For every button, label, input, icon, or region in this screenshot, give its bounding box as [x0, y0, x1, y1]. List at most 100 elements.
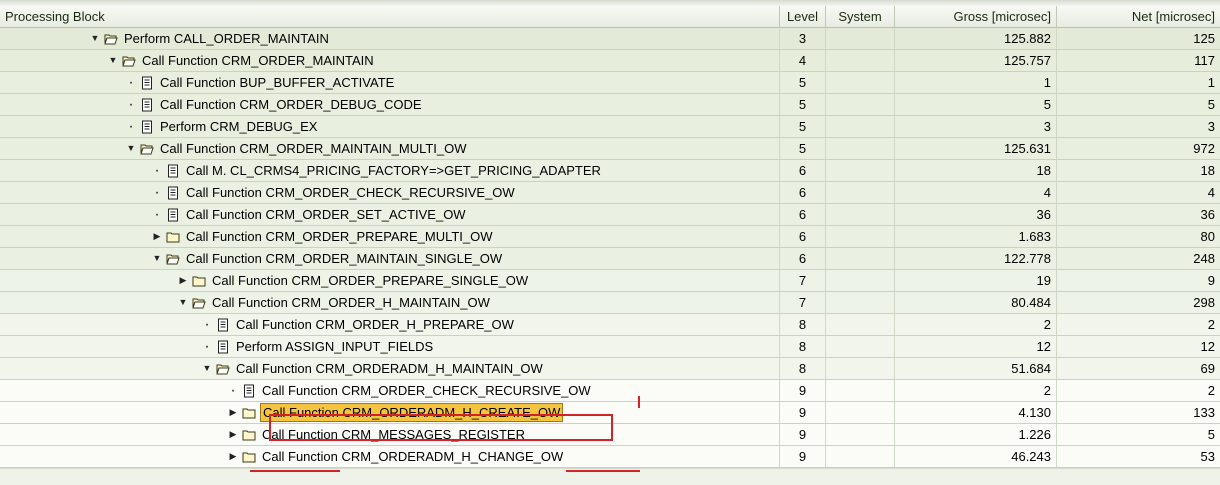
processing-block-label[interactable]: Call Function CRM_ORDER_PREPARE_SINGLE_O… [210, 270, 530, 291]
collapse-toggle-icon[interactable]: ▼ [124, 138, 138, 159]
tree-row[interactable]: · Call Function CRM_ORDER_DEBUG_CODE 5 5 5 [0, 94, 1220, 116]
expand-toggle-icon[interactable]: ▶ [150, 226, 164, 247]
level-cell: 5 [780, 138, 826, 159]
column-header-row: Processing Block Level System Gross [mic… [0, 6, 1220, 28]
level-cell: 6 [780, 182, 826, 203]
tree-row[interactable]: · Perform CRM_DEBUG_EX 5 3 3 [0, 116, 1220, 138]
processing-block-label[interactable]: Call Function CRM_ORDER_PREPARE_MULTI_OW [184, 226, 495, 247]
level-cell: 8 [780, 314, 826, 335]
gross-time-cell: 12 [895, 336, 1057, 357]
system-cell [826, 72, 895, 93]
processing-block-label[interactable]: Call Function CRM_ORDER_MAINTAIN_SINGLE_… [184, 248, 504, 269]
tree-row[interactable]: · Call Function BUP_BUFFER_ACTIVATE 5 1 1 [0, 72, 1220, 94]
gross-time-cell: 3 [895, 116, 1057, 137]
horizontal-scroll-area[interactable] [0, 468, 1220, 485]
header-level[interactable]: Level [780, 6, 826, 28]
system-cell [826, 380, 895, 401]
document-icon [166, 208, 180, 222]
tree-row[interactable]: ▶ Call Function CRM_MESSAGES_REGISTER 9 1.2… [0, 424, 1220, 446]
net-time-cell: 248 [1193, 251, 1215, 266]
processing-block-label[interactable]: Call Function BUP_BUFFER_ACTIVATE [158, 72, 396, 93]
processing-block-label[interactable]: Perform ASSIGN_INPUT_FIELDS [234, 336, 435, 357]
expand-toggle-icon[interactable]: ▶ [226, 446, 240, 467]
processing-block-label[interactable]: Call Function CRM_ORDER_DEBUG_CODE [158, 94, 424, 115]
header-net[interactable]: Net [microsec] [1057, 6, 1220, 28]
header-system[interactable]: System [826, 6, 895, 28]
processing-block-label[interactable]: Call Function CRM_ORDERADM_H_CHANGE_OW [260, 446, 565, 467]
level-cell: 8 [780, 358, 826, 379]
header-processing-block[interactable]: Processing Block [0, 6, 780, 28]
tree-row[interactable]: · Call M. CL_CRMS4_PRICING_FACTORY=>GET_P… [0, 160, 1220, 182]
collapse-toggle-icon[interactable]: ▼ [106, 50, 120, 71]
processing-block-label[interactable]: Call Function CRM_ORDERADM_H_CREATE_OW [260, 403, 564, 422]
processing-block-cell: ▶ Call Function CRM_ORDERADM_H_CREATE_OW [0, 402, 780, 423]
tree-row[interactable]: · Perform ASSIGN_INPUT_FIELDS 8 12 12 [0, 336, 1220, 358]
processing-block-cell: ▶ Call Function CRM_MESSAGES_REGISTER [0, 424, 780, 445]
tree-row[interactable]: · Call Function CRM_ORDER_H_PREPARE_OW 8 2 2 [0, 314, 1220, 336]
expand-toggle-icon[interactable]: ▶ [226, 402, 240, 423]
level-cell: 7 [780, 292, 826, 313]
document-icon [166, 186, 180, 200]
net-time-cell: 117 [1194, 53, 1215, 68]
system-cell [826, 116, 895, 137]
tree-row[interactable]: ▶ Call Function CRM_ORDER_PREPARE_MULTI_O… [0, 226, 1220, 248]
system-cell [826, 94, 895, 115]
processing-block-label[interactable]: Call Function CRM_ORDERADM_H_MAINTAIN_OW [234, 358, 545, 379]
tree-rows: ▼ Perform CALL_ORDER_MAINTAIN 3 125.882 125 ▼… [0, 28, 1220, 468]
tree-row[interactable]: ▼ Call Function CRM_ORDER_MAINTAIN 4 125.75… [0, 50, 1220, 72]
processing-block-label[interactable]: Perform CRM_DEBUG_EX [158, 116, 319, 137]
collapse-toggle-icon[interactable]: ▼ [150, 248, 164, 269]
tree-row[interactable]: ▶ Call Function CRM_ORDER_PREPARE_SINGLE_… [0, 270, 1220, 292]
tree-row[interactable]: ▼ Call Function CRM_ORDER_MAINTAIN_SINGLE… [0, 248, 1220, 270]
folder-icon [166, 230, 180, 244]
system-cell [826, 248, 895, 269]
folder-open-icon [216, 362, 230, 376]
tree-row[interactable]: ▶ Call Function CRM_ORDERADM_H_CHANGE_OW 9… [0, 446, 1220, 468]
tree-row[interactable]: · Call Function CRM_ORDER_SET_ACTIVE_OW 6 3… [0, 204, 1220, 226]
gross-time-cell: 80.484 [895, 292, 1057, 313]
tree-row[interactable]: ▼ Call Function CRM_ORDER_H_MAINTAIN_OW 7 8… [0, 292, 1220, 314]
processing-block-label[interactable]: Call Function CRM_ORDER_H_MAINTAIN_OW [210, 292, 492, 313]
processing-block-label[interactable]: Call Function CRM_MESSAGES_REGISTER [260, 424, 527, 445]
document-icon [242, 384, 256, 398]
gross-time-cell: 46.243 [895, 446, 1057, 467]
processing-block-cell: ▼ Call Function CRM_ORDER_MAINTAIN [0, 50, 780, 71]
processing-block-label[interactable]: Call Function CRM_ORDER_MAINTAIN_MULTI_O… [158, 138, 469, 159]
processing-block-label[interactable]: Call Function CRM_ORDER_MAINTAIN [140, 50, 376, 71]
tree-row[interactable]: ▶ Call Function CRM_ORDERADM_H_CREATE_OW 9… [0, 402, 1220, 424]
processing-block-cell: ▼ Perform CALL_ORDER_MAINTAIN [0, 28, 780, 49]
system-cell [826, 424, 895, 445]
gross-time-cell: 4 [895, 182, 1057, 203]
leaf-bullet-icon: · [230, 381, 236, 399]
processing-block-label[interactable]: Call M. CL_CRMS4_PRICING_FACTORY=>GET_PR… [184, 160, 603, 181]
document-icon [216, 340, 230, 354]
collapse-toggle-icon[interactable]: ▼ [176, 292, 190, 313]
processing-block-cell: · Perform CRM_DEBUG_EX [0, 116, 780, 137]
net-time-cell: 69 [1200, 361, 1215, 376]
tree-row[interactable]: · Call Function CRM_ORDER_CHECK_RECURSIVE… [0, 182, 1220, 204]
header-gross[interactable]: Gross [microsec] [895, 6, 1057, 28]
system-cell [826, 160, 895, 181]
net-time-cell: 53 [1200, 449, 1215, 464]
processing-block-cell: ▼ Call Function CRM_ORDER_MAINTAIN_MULTI_… [0, 138, 780, 159]
tree-row[interactable]: ▼ Call Function CRM_ORDERADM_H_MAINTAIN_O… [0, 358, 1220, 380]
processing-block-label[interactable]: Call Function CRM_ORDER_CHECK_RECURSIVE_… [184, 182, 517, 203]
collapse-toggle-icon[interactable]: ▼ [200, 358, 214, 379]
tree-row[interactable]: ▼ Call Function CRM_ORDER_MAINTAIN_MULTI_… [0, 138, 1220, 160]
tree-row[interactable]: · Call Function CRM_ORDER_CHECK_RECURSIVE… [0, 380, 1220, 402]
expand-toggle-icon[interactable]: ▶ [226, 424, 240, 445]
net-time-cell: 2 [1207, 317, 1215, 332]
collapse-toggle-icon[interactable]: ▼ [88, 28, 102, 49]
processing-block-label[interactable]: Perform CALL_ORDER_MAINTAIN [122, 28, 331, 49]
net-time-cell: 4 [1207, 185, 1215, 200]
net-time-cell: 36 [1200, 207, 1215, 222]
gross-time-cell: 4.130 [895, 402, 1057, 423]
expand-toggle-icon[interactable]: ▶ [176, 270, 190, 291]
processing-block-label[interactable]: Call Function CRM_ORDER_CHECK_RECURSIVE_… [260, 380, 593, 401]
processing-block-label[interactable]: Call Function CRM_ORDER_H_PREPARE_OW [234, 314, 516, 335]
folder-open-icon [192, 296, 206, 310]
processing-block-label[interactable]: Call Function CRM_ORDER_SET_ACTIVE_OW [184, 204, 468, 225]
system-cell [826, 314, 895, 335]
tree-row[interactable]: ▼ Perform CALL_ORDER_MAINTAIN 3 125.882 125 [0, 28, 1220, 50]
gross-time-cell: 1 [895, 72, 1057, 93]
